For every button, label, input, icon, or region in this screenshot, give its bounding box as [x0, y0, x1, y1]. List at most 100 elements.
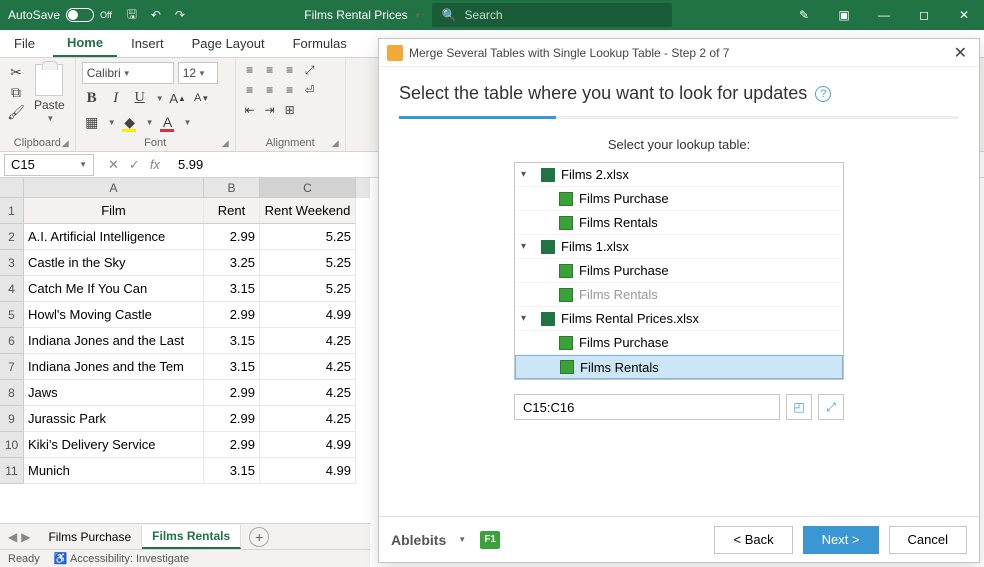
cell[interactable]: Indiana Jones and the Tem — [24, 354, 204, 380]
cell[interactable]: Howl's Moving Castle — [24, 302, 204, 328]
cell[interactable]: 2.99 — [204, 380, 260, 406]
save-icon[interactable]: 🖫 — [122, 5, 142, 25]
col-header[interactable]: C — [260, 178, 356, 198]
cell[interactable]: 2.99 — [204, 302, 260, 328]
format-painter-icon[interactable]: 🖌 — [6, 102, 26, 122]
row-header[interactable]: 1 — [0, 198, 24, 224]
f1-help-icon[interactable]: F1 — [480, 531, 500, 549]
row-header[interactable]: 10 — [0, 432, 24, 458]
document-title[interactable]: Films Rental Prices ▼ — [304, 8, 421, 22]
cell[interactable]: Munich — [24, 458, 204, 484]
chevron-down-icon[interactable]: ▾ — [521, 169, 535, 180]
range-input[interactable]: C15:C16 — [514, 394, 780, 420]
increase-indent-icon[interactable]: ⇥ — [262, 102, 278, 118]
row-header[interactable]: 11 — [0, 458, 24, 484]
tab-file[interactable]: File — [0, 30, 49, 57]
orientation-icon[interactable]: ⤢ — [302, 62, 318, 78]
cell[interactable]: Jaws — [24, 380, 204, 406]
tree-workbook[interactable]: ▾Films 2.xlsx — [515, 163, 843, 187]
row-header[interactable]: 7 — [0, 354, 24, 380]
table-row[interactable]: 10Kiki's Delivery Service2.994.99 — [0, 432, 370, 458]
tree-sheet[interactable]: Films Purchase — [515, 259, 843, 283]
autosave-toggle[interactable]: AutoSave Off — [0, 8, 120, 22]
search-input[interactable]: 🔍 Search — [432, 3, 672, 27]
enter-formula-icon[interactable]: ✓ — [129, 157, 140, 173]
close-icon[interactable]: ✕ — [950, 43, 971, 63]
table-row[interactable]: 5Howl's Moving Castle2.994.99 — [0, 302, 370, 328]
align-left-icon[interactable]: ≡ — [242, 82, 258, 98]
row-header[interactable]: 6 — [0, 328, 24, 354]
fill-color-button[interactable]: ◆ — [120, 112, 140, 132]
maximize-icon[interactable]: ◻ — [904, 0, 944, 30]
tree-sheet[interactable]: Films Rentals — [515, 283, 843, 307]
cell[interactable]: 4.25 — [260, 380, 356, 406]
tree-workbook[interactable]: ▾Films 1.xlsx — [515, 235, 843, 259]
decrease-indent-icon[interactable]: ⇤ — [242, 102, 258, 118]
cell[interactable]: Kiki's Delivery Service — [24, 432, 204, 458]
tab-formulas[interactable]: Formulas — [279, 30, 361, 57]
row-header[interactable]: 2 — [0, 224, 24, 250]
cell[interactable]: 4.99 — [260, 432, 356, 458]
shrink-font-icon[interactable]: A▼ — [192, 88, 212, 108]
undo-icon[interactable]: ↶ — [146, 5, 166, 25]
chevron-down-icon[interactable]: ▾ — [521, 241, 535, 252]
close-icon[interactable]: ✕ — [944, 0, 984, 30]
copy-icon[interactable]: ⧉ — [6, 82, 26, 102]
tree-workbook[interactable]: ▾Films Rental Prices.xlsx — [515, 307, 843, 331]
table-row[interactable]: 4Catch Me If You Can3.155.25 — [0, 276, 370, 302]
merge-icon[interactable]: ⊞ — [282, 102, 298, 118]
help-icon[interactable]: ? — [815, 86, 831, 102]
font-color-button[interactable]: A — [158, 112, 178, 132]
redo-icon[interactable]: ↷ — [170, 5, 190, 25]
italic-button[interactable]: I — [106, 88, 126, 108]
tree-sheet[interactable]: Films Rentals — [515, 211, 843, 235]
row-header[interactable]: 8 — [0, 380, 24, 406]
table-row[interactable]: 2A.I. Artificial Intelligence2.995.25 — [0, 224, 370, 250]
pen-icon[interactable]: ✎ — [784, 0, 824, 30]
add-sheet-button[interactable]: + — [249, 527, 269, 547]
col-header[interactable]: B — [204, 178, 260, 198]
sheet-next-icon[interactable]: ▶ — [21, 530, 30, 544]
wrap-text-icon[interactable]: ⏎ — [302, 82, 318, 98]
cell[interactable]: 5.25 — [260, 276, 356, 302]
font-size-select[interactable]: 12▼ — [178, 62, 218, 84]
tab-insert[interactable]: Insert — [117, 30, 178, 57]
table-row[interactable]: 7Indiana Jones and the Tem3.154.25 — [0, 354, 370, 380]
next-button[interactable]: Next > — [803, 526, 879, 554]
accessibility-status[interactable]: ♿ Accessibility: Investigate — [54, 552, 189, 565]
table-row[interactable]: 6Indiana Jones and the Last3.154.25 — [0, 328, 370, 354]
cell[interactable]: 2.99 — [204, 432, 260, 458]
row-header[interactable]: 3 — [0, 250, 24, 276]
cancel-formula-icon[interactable]: ✕ — [108, 157, 119, 173]
expand-range-icon[interactable]: ⤢ — [818, 394, 844, 420]
cancel-button[interactable]: Cancel — [889, 526, 967, 554]
tab-page-layout[interactable]: Page Layout — [178, 30, 279, 57]
fx-icon[interactable]: fx — [150, 157, 160, 173]
cell[interactable]: Indiana Jones and the Last — [24, 328, 204, 354]
cell[interactable]: 5.25 — [260, 224, 356, 250]
font-name-select[interactable]: Calibri▼ — [82, 62, 174, 84]
cell[interactable]: 3.15 — [204, 328, 260, 354]
cell[interactable]: 5.25 — [260, 250, 356, 276]
paste-button[interactable]: Paste ▼ — [30, 62, 69, 125]
cell[interactable]: 2.99 — [204, 224, 260, 250]
cell[interactable]: Castle in the Sky — [24, 250, 204, 276]
ribbon-display-icon[interactable]: ▣ — [824, 0, 864, 30]
row-header[interactable]: 4 — [0, 276, 24, 302]
align-middle-icon[interactable]: ≡ — [262, 62, 278, 78]
select-all-corner[interactable] — [0, 178, 24, 198]
chevron-down-icon[interactable]: ▼ — [458, 535, 466, 544]
row-header[interactable]: 5 — [0, 302, 24, 328]
align-top-icon[interactable]: ≡ — [242, 62, 258, 78]
row-header[interactable]: 9 — [0, 406, 24, 432]
cell[interactable]: 4.25 — [260, 406, 356, 432]
cell[interactable]: 4.25 — [260, 354, 356, 380]
table-row[interactable]: 9Jurassic Park2.994.25 — [0, 406, 370, 432]
cell[interactable]: 3.15 — [204, 458, 260, 484]
tree-sheet[interactable]: Films Purchase — [515, 187, 843, 211]
border-button[interactable]: ▦ — [82, 112, 102, 132]
cell[interactable]: 2.99 — [204, 406, 260, 432]
cell[interactable]: Catch Me If You Can — [24, 276, 204, 302]
tree-sheet[interactable]: Films Rentals — [515, 355, 843, 379]
back-button[interactable]: < Back — [714, 526, 792, 554]
